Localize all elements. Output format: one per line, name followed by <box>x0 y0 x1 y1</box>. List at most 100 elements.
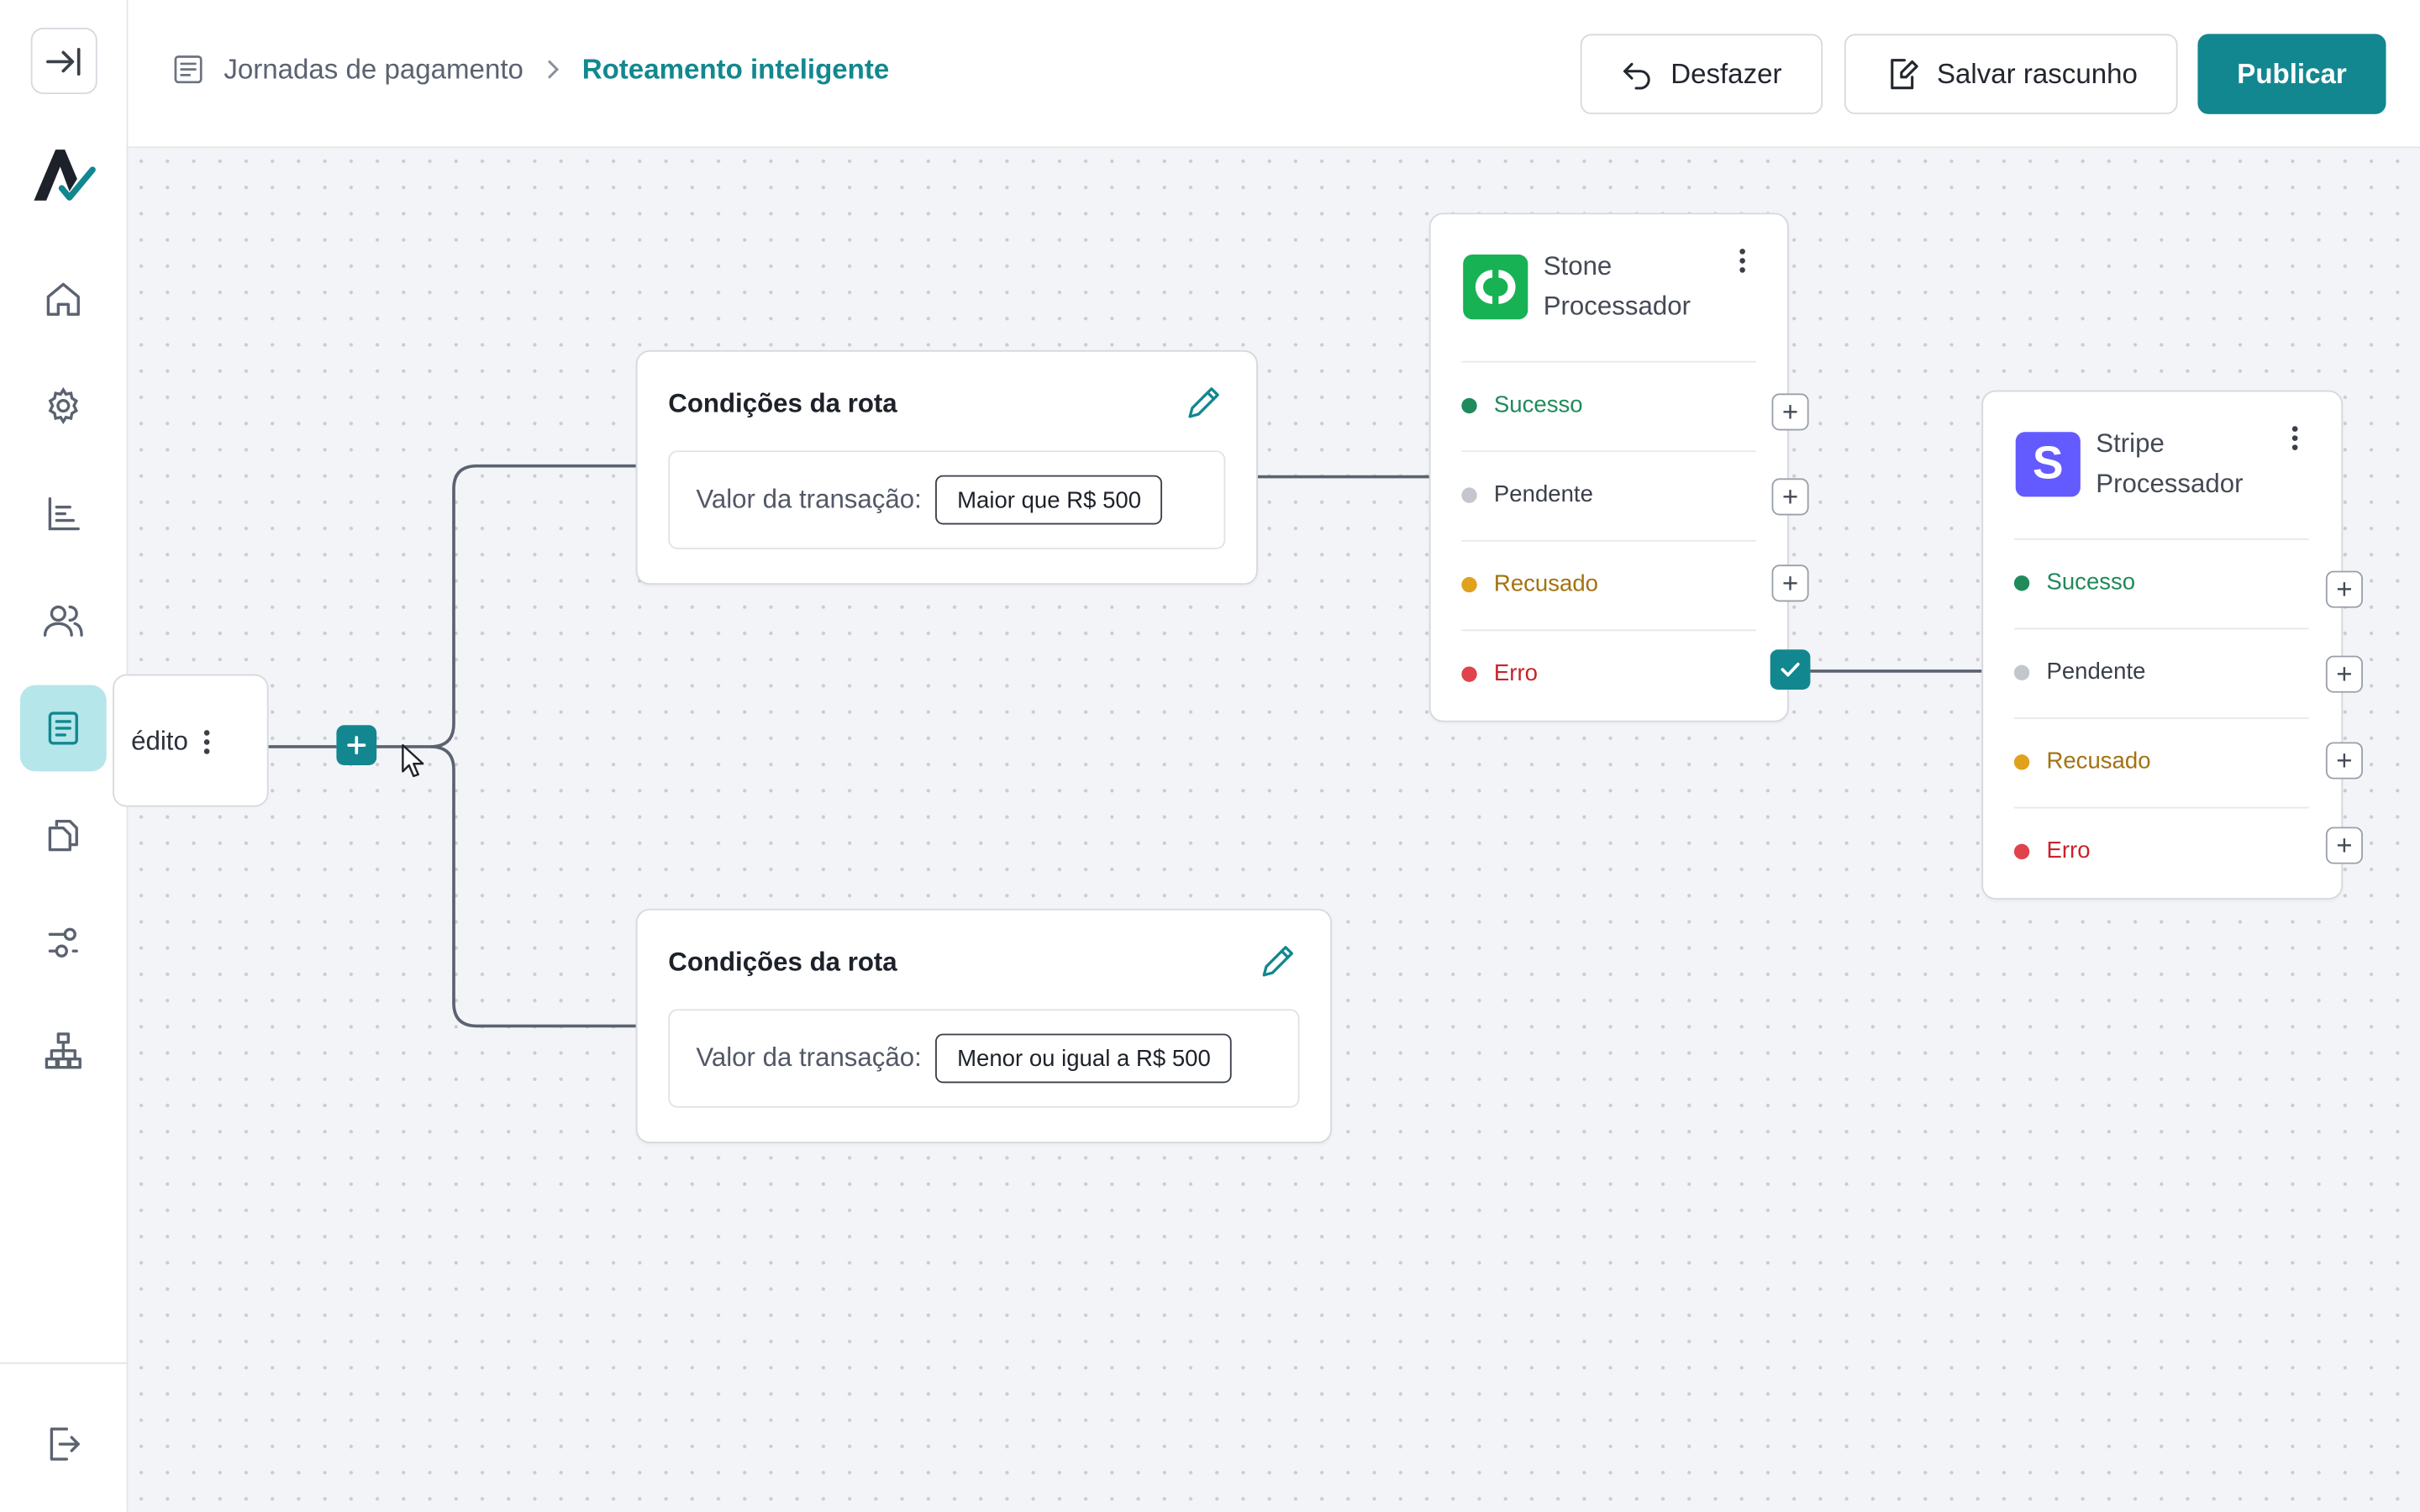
condition-value-chip[interactable]: Menor ou igual a R$ 500 <box>935 1033 1233 1084</box>
status-row-sucesso: Sucesso <box>1461 360 1757 448</box>
home-icon <box>46 282 80 316</box>
processor-subtitle: Processador <box>2096 469 2244 499</box>
plus-icon: + <box>1781 396 1799 428</box>
source-node-label: édito <box>131 727 188 756</box>
status-row-pendente: Pendente <box>2013 627 2309 715</box>
status-row-sucesso: Sucesso <box>2013 538 2309 625</box>
undo-icon <box>1623 62 1651 90</box>
plus-icon: + <box>2336 745 2353 776</box>
add-branch-button[interactable]: + <box>2325 570 2363 608</box>
sidebar-item-home[interactable] <box>20 256 107 343</box>
sidebar-item-files[interactable] <box>20 791 107 878</box>
status-row-erro: Erro <box>2013 806 2309 894</box>
add-branch-button[interactable]: + <box>2325 742 2363 780</box>
collapse-icon <box>45 47 80 76</box>
save-draft-button[interactable]: Salvar rascunho <box>1844 34 2178 114</box>
chevron-right-icon <box>548 60 560 79</box>
status-label: Erro <box>1493 660 1538 687</box>
route-condition-card[interactable]: Condições da rota Valor da transação: Me… <box>635 908 1333 1143</box>
status-dot <box>1461 396 1477 413</box>
plus-icon <box>347 736 366 755</box>
add-branch-button[interactable]: + <box>2325 827 2363 864</box>
condition-rule: Valor da transação: Menor ou igual a R$ … <box>668 1009 1300 1108</box>
status-label: Erro <box>2046 837 2091 864</box>
stone-logo <box>1463 255 1528 320</box>
status-label: Sucesso <box>1493 391 1583 418</box>
plus-icon: + <box>1781 567 1799 599</box>
sidebar-item-hierarchy[interactable] <box>20 1007 107 1094</box>
status-dot <box>2013 575 2030 591</box>
breadcrumb-parent[interactable]: Jornadas de pagamento <box>224 53 523 86</box>
add-branch-button[interactable]: + <box>2325 655 2363 693</box>
pencil-icon[interactable] <box>1184 383 1224 423</box>
collapse-sidebar-button[interactable] <box>30 28 97 95</box>
source-node[interactable]: édito <box>113 674 269 807</box>
users-icon <box>43 605 83 637</box>
status-label: Sucesso <box>2046 569 2136 596</box>
breadcrumb: Jornadas de pagamento Roteamento intelig… <box>171 52 889 86</box>
status-row-pendente: Pendente <box>1461 450 1757 537</box>
status-dot <box>2013 753 2030 769</box>
publish-button[interactable]: Publicar <box>2197 34 2386 114</box>
processor-title: Stripe Processador <box>2096 424 2243 505</box>
condition-field-label: Valor da transação: <box>696 1042 922 1073</box>
top-bar: Jornadas de pagamento Roteamento intelig… <box>128 0 2420 149</box>
processor-name: Stone <box>1543 251 1612 281</box>
sliders-icon <box>48 927 78 958</box>
add-branch-button[interactable]: + <box>1771 478 1809 516</box>
stripe-logo: S <box>2015 432 2081 497</box>
document-icon <box>48 711 78 745</box>
route-condition-card[interactable]: Condições da rota Valor da transação: Ma… <box>635 349 1258 585</box>
status-row-recusado: Recusado <box>2013 717 2309 804</box>
condition-rule: Valor da transação: Maior que R$ 500 <box>668 450 1226 549</box>
copy-icon <box>48 820 78 852</box>
logout-button[interactable] <box>20 1401 107 1488</box>
sidebar-item-reports[interactable] <box>20 470 107 557</box>
status-dot <box>2013 664 2030 680</box>
logout-icon <box>50 1427 80 1461</box>
status-dot <box>1461 576 1477 592</box>
status-row-recusado: Recusado <box>1461 539 1757 627</box>
status-label: Pendente <box>2046 659 2146 685</box>
status-label: Recusado <box>1493 570 1598 597</box>
kebab-menu-icon[interactable] <box>2282 423 2307 454</box>
pencil-icon[interactable] <box>1258 941 1298 981</box>
kebab-menu-icon[interactable] <box>1730 245 1754 276</box>
processor-subtitle: Processador <box>1543 291 1691 322</box>
save-draft-label: Salvar rascunho <box>1936 57 2138 89</box>
plus-icon: + <box>2336 830 2353 861</box>
bar-chart-icon <box>48 497 80 531</box>
processor-card-stone[interactable]: Stone Processador Sucesso Pendente Recus… <box>1428 213 1789 722</box>
sidebar <box>0 0 129 1512</box>
status-dot <box>1461 665 1477 681</box>
status-dot <box>1461 486 1477 502</box>
status-label: Recusado <box>2046 748 2151 775</box>
processor-card-stripe[interactable]: S Stripe Processador Sucesso Pendente Re… <box>1981 390 2344 900</box>
condition-field-label: Valor da transação: <box>696 484 922 514</box>
kebab-menu-icon[interactable] <box>194 727 218 758</box>
edit-document-icon <box>1891 59 1918 90</box>
add-branch-button[interactable]: + <box>1771 564 1809 602</box>
condition-value-chip[interactable]: Maior que R$ 500 <box>935 475 1163 525</box>
flow-canvas[interactable]: édito Condições da rota Valor da transaç… <box>113 148 2420 1512</box>
publish-label: Publicar <box>2237 57 2347 89</box>
status-row-erro: Erro <box>1461 629 1757 716</box>
sidebar-item-journeys[interactable] <box>19 685 107 772</box>
condition-title: Condições da rota <box>668 947 897 977</box>
sidebar-item-users[interactable] <box>20 577 107 664</box>
gear-icon <box>48 386 79 425</box>
breadcrumb-current: Roteamento inteligente <box>581 53 890 85</box>
add-branch-button[interactable]: + <box>1771 393 1809 431</box>
plus-icon: + <box>2336 659 2353 690</box>
app-logo[interactable] <box>31 145 96 207</box>
sidebar-item-filters[interactable] <box>20 900 107 986</box>
undo-button[interactable]: Desfazer <box>1580 34 1823 114</box>
status-label: Pendente <box>1493 481 1593 508</box>
sidebar-item-settings[interactable] <box>20 363 107 449</box>
connected-branch-button[interactable] <box>1770 649 1811 690</box>
processor-name: Stripe <box>2096 428 2165 459</box>
document-icon <box>174 55 203 84</box>
processor-title: Stone Processador <box>1544 247 1691 328</box>
add-node-button[interactable] <box>336 725 377 766</box>
org-chart-icon <box>45 1032 82 1069</box>
